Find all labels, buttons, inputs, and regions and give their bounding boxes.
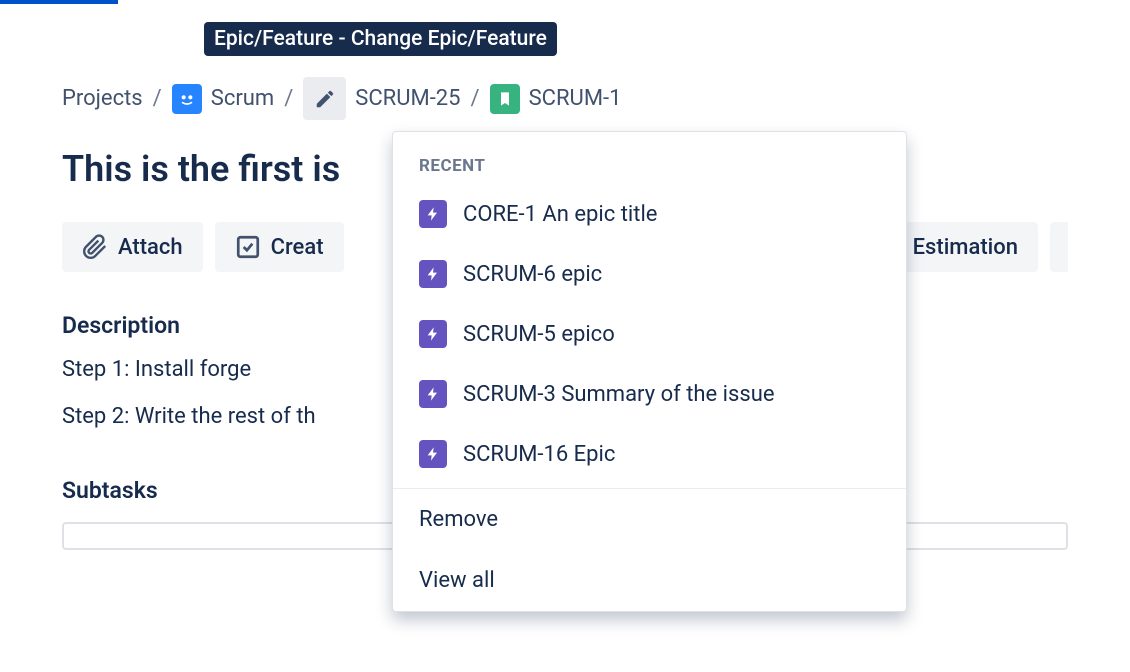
attach-label: Attach xyxy=(118,235,183,260)
dropdown-item-label: SCRUM-5 epico xyxy=(463,322,615,347)
breadcrumb-project[interactable]: Scrum xyxy=(172,84,274,114)
dropdown-item[interactable]: SCRUM-16 Epic xyxy=(393,424,906,484)
breadcrumb-parent[interactable]: SCRUM-25 xyxy=(303,77,460,120)
dropdown-item-label: SCRUM-6 epic xyxy=(463,262,602,287)
dropdown-item[interactable]: SCRUM-6 epic xyxy=(393,244,906,304)
epic-icon xyxy=(419,440,447,468)
dropdown-item-label: SCRUM-3 Summary of the issue xyxy=(463,382,775,407)
breadcrumb-issue-label: SCRUM-1 xyxy=(529,86,622,111)
epic-icon xyxy=(419,200,447,228)
dropdown-item[interactable]: SCRUM-5 epico xyxy=(393,304,906,364)
epic-icon xyxy=(419,380,447,408)
attach-icon xyxy=(82,234,108,260)
loading-bar xyxy=(0,0,118,4)
project-icon xyxy=(172,84,202,114)
dropdown-item-label: SCRUM-16 Epic xyxy=(463,442,615,467)
dropdown-remove[interactable]: Remove xyxy=(393,489,906,550)
breadcrumb-parent-label: SCRUM-25 xyxy=(355,86,460,111)
breadcrumb-issue[interactable]: SCRUM-1 xyxy=(490,84,622,114)
breadcrumb-projects[interactable]: Projects xyxy=(62,86,143,111)
breadcrumb-separator: / xyxy=(471,86,480,111)
dropdown-view-all[interactable]: View all xyxy=(393,550,906,611)
epic-icon xyxy=(419,320,447,348)
edit-icon[interactable] xyxy=(303,77,346,120)
create-label: Creat xyxy=(271,235,324,260)
dropdown-recent-label: RECENT xyxy=(393,132,906,184)
dropdown-item[interactable]: SCRUM-3 Summary of the issue xyxy=(393,364,906,424)
breadcrumb: Projects / Scrum / SCRUM-25 / SCRUM-1 xyxy=(62,77,1068,120)
dropdown-item-label: CORE-1 An epic title xyxy=(463,202,657,227)
story-icon xyxy=(490,84,520,114)
attach-button[interactable]: Attach xyxy=(62,222,203,272)
breadcrumb-separator: / xyxy=(284,86,293,111)
estimation-label: Estimation xyxy=(913,235,1018,260)
subtask-icon xyxy=(235,234,261,260)
dropdown-item[interactable]: CORE-1 An epic title xyxy=(393,184,906,244)
create-button[interactable]: Creat xyxy=(215,222,344,272)
breadcrumb-separator: / xyxy=(153,86,162,111)
epic-icon xyxy=(419,260,447,288)
epic-change-tooltip: Epic/Feature - Change Epic/Feature xyxy=(204,22,557,56)
epic-dropdown: RECENT CORE-1 An epic title SCRUM-6 epic… xyxy=(392,131,907,612)
action-overflow[interactable] xyxy=(1050,222,1068,272)
breadcrumb-project-label: Scrum xyxy=(211,86,274,111)
